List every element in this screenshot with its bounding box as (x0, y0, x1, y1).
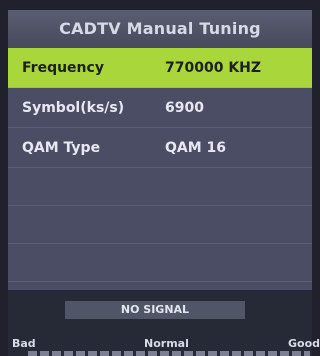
signal-quality-meter (28, 351, 310, 356)
empty-row (8, 168, 312, 206)
tv-screen: CADTV Manual Tuning Frequency 770000 KHZ… (0, 0, 320, 356)
symbol-rate-label: Symbol(ks/s) (22, 99, 125, 116)
quality-scale-normal-label: Normal (144, 337, 189, 350)
empty-row (8, 244, 312, 282)
tuning-settings-list: Frequency 770000 KHZ Symbol(ks/s) 6900 Q… (8, 48, 312, 290)
frequency-value: 770000 KHZ (165, 59, 262, 76)
qam-type-row[interactable]: QAM Type QAM 16 (8, 128, 312, 168)
frequency-row[interactable]: Frequency 770000 KHZ (8, 48, 312, 88)
signal-panel: NO SIGNAL Bad Normal Good (8, 290, 320, 356)
symbol-rate-value: 6900 (165, 99, 204, 116)
qam-type-value: QAM 16 (165, 139, 227, 156)
symbol-rate-row[interactable]: Symbol(ks/s) 6900 (8, 88, 312, 128)
qam-type-label: QAM Type (22, 139, 101, 156)
empty-row (8, 206, 312, 244)
menu-title: CADTV Manual Tuning (8, 10, 312, 48)
quality-scale-good-label: Good (288, 337, 320, 350)
frequency-label: Frequency (22, 59, 104, 76)
signal-status: NO SIGNAL (65, 301, 245, 319)
quality-scale-bad-label: Bad (12, 337, 36, 350)
